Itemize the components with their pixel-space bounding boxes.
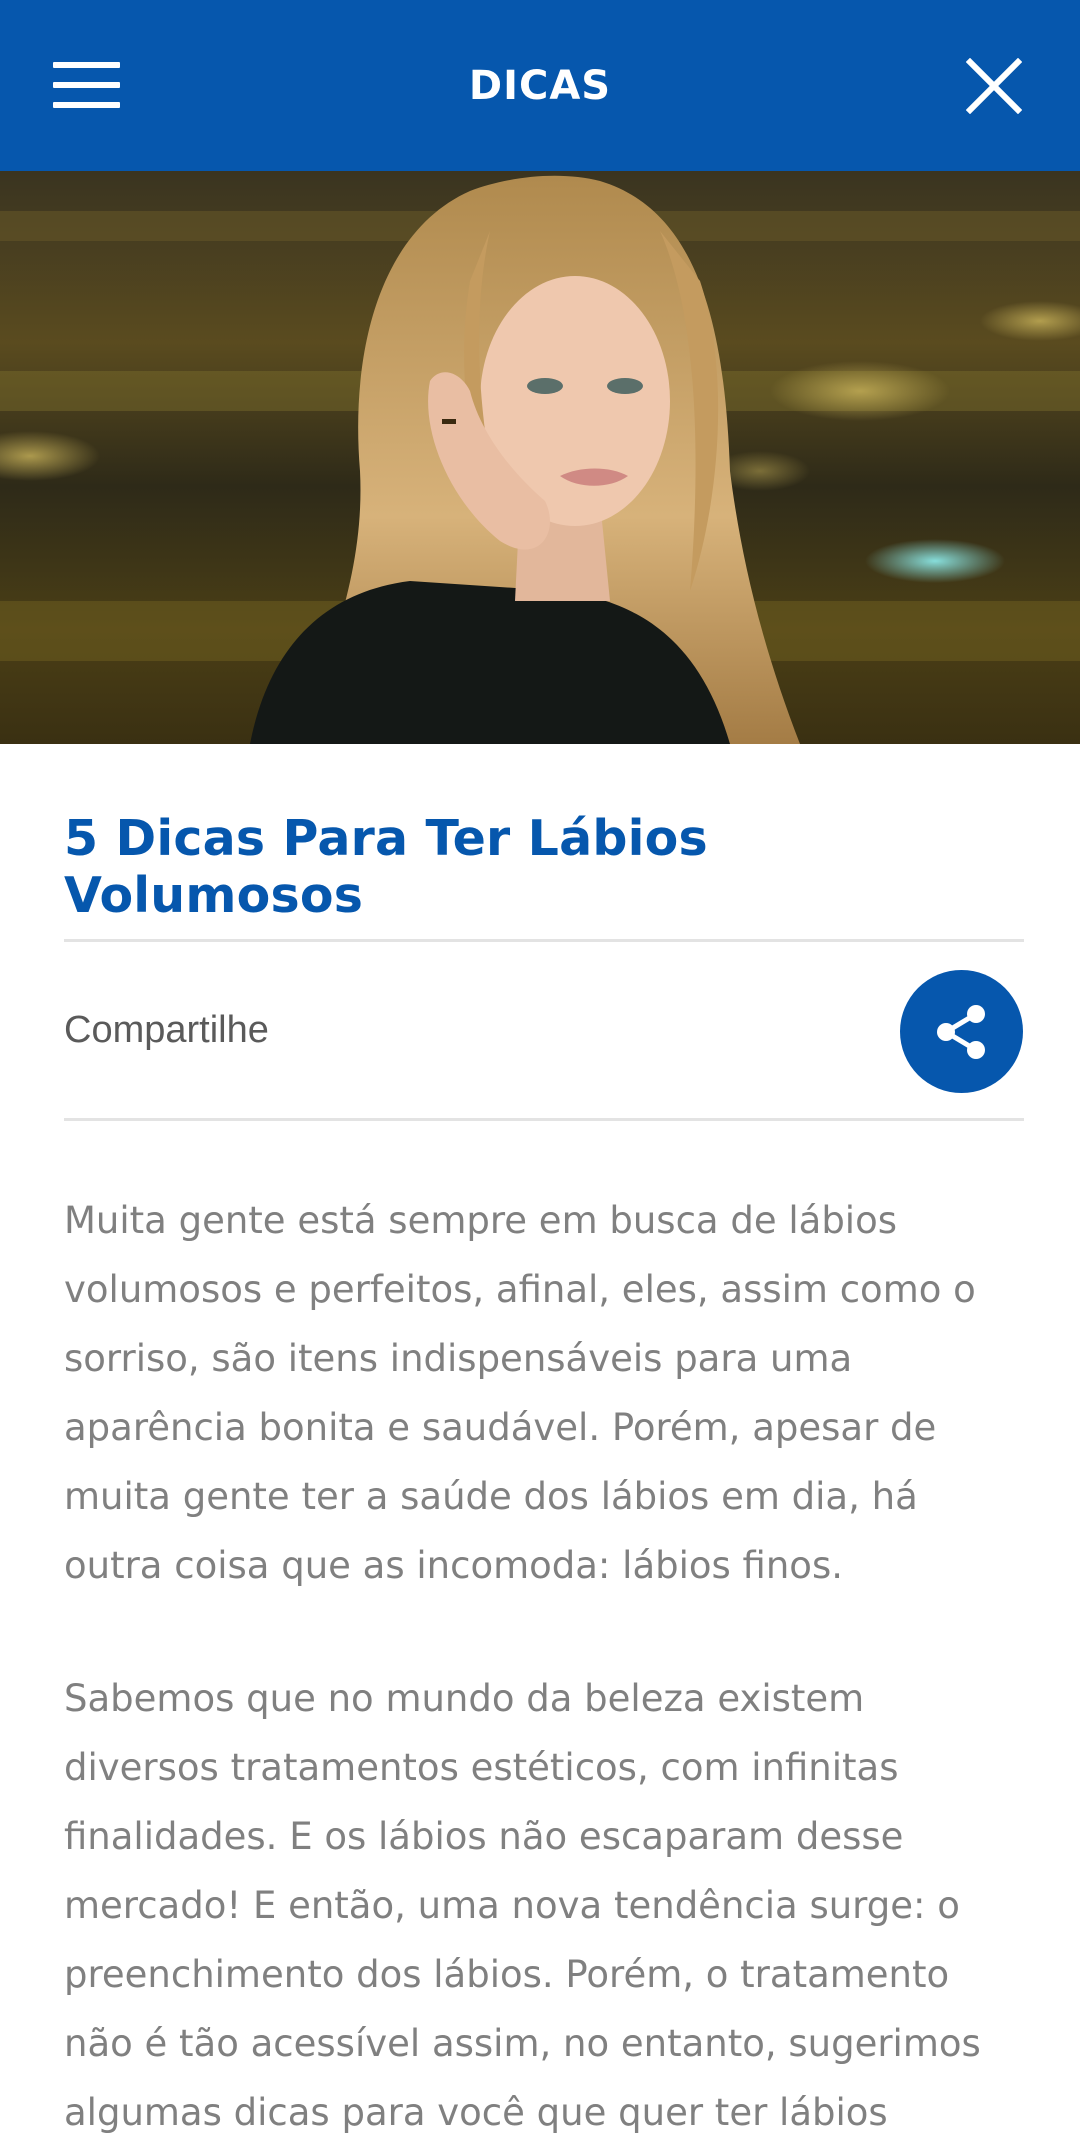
app-header: DICAS <box>0 0 1080 171</box>
article-paragraph: Sabemos que no mundo da beleza existem d… <box>64 1677 981 2134</box>
share-label: Compartilhe <box>64 1009 269 1051</box>
page-title: DICAS <box>468 62 612 109</box>
divider <box>64 1118 1024 1121</box>
close-icon[interactable] <box>965 57 1023 115</box>
hero-image <box>0 171 1080 744</box>
share-icon <box>936 1004 985 1059</box>
share-button[interactable] <box>900 970 1023 1093</box>
divider <box>64 939 1024 942</box>
article-paragraph: Muita gente está sempre em busca de lábi… <box>64 1199 976 1587</box>
hamburger-menu-icon[interactable] <box>53 62 120 108</box>
article-title: 5 Dicas Para Ter Lábios Volumosos <box>64 810 708 924</box>
